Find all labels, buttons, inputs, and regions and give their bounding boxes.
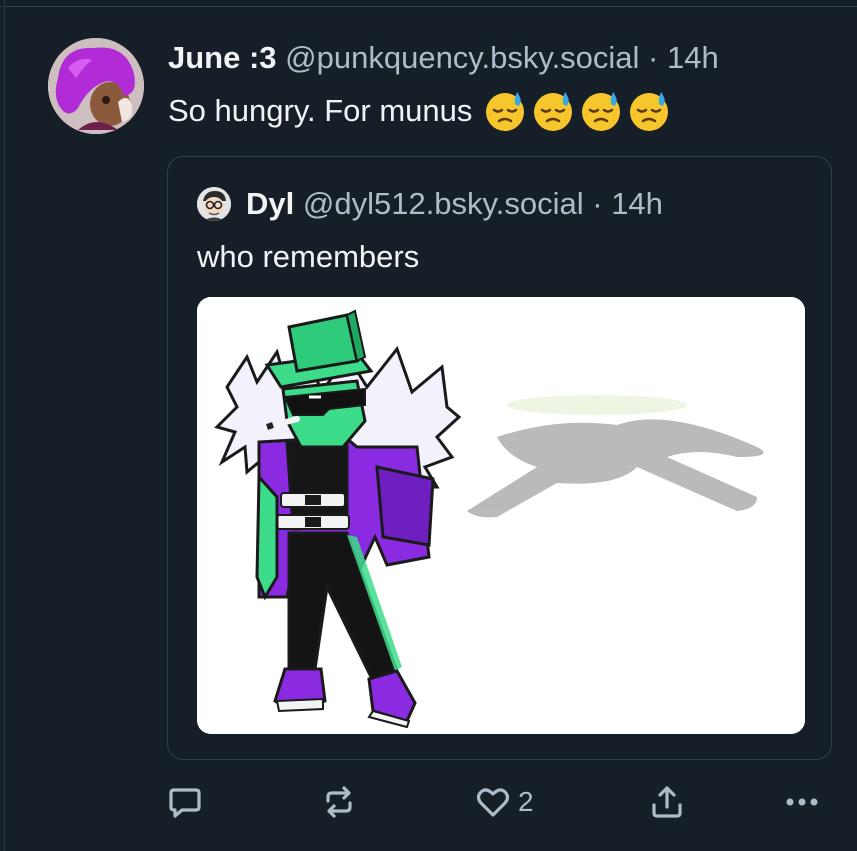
- more-options-button[interactable]: [782, 778, 822, 826]
- post-actions: 2: [0, 778, 857, 826]
- author-handle[interactable]: @punkquency.bsky.social: [285, 40, 639, 75]
- quote-author-handle[interactable]: @dyl512.bsky.social: [303, 186, 584, 221]
- author-avatar-image: [48, 38, 144, 134]
- quote-time-separator: ·: [583, 186, 612, 221]
- reply-button[interactable]: [166, 778, 204, 826]
- top-divider: [0, 6, 857, 7]
- repost-icon: [326, 786, 352, 818]
- post-time[interactable]: 14h: [667, 40, 719, 75]
- downcast-face-with-sweat-icon: [582, 92, 621, 131]
- comment-icon: [169, 788, 201, 818]
- like-button[interactable]: 2: [474, 778, 534, 826]
- quote-image[interactable]: [197, 297, 805, 734]
- time-separator: ·: [639, 40, 667, 75]
- share-icon: [652, 786, 682, 818]
- like-count: 2: [518, 786, 534, 817]
- quote-author-name[interactable]: Dyl: [246, 186, 294, 221]
- post-text-content: So hungry. For munus: [168, 93, 473, 128]
- author-name[interactable]: June :3: [168, 40, 277, 75]
- heart-icon: [476, 788, 510, 817]
- more-dots-icon: [786, 798, 818, 806]
- post-text: So hungry. For munus: [168, 90, 676, 132]
- downcast-face-with-sweat-icon: [486, 92, 525, 131]
- quote-avatar-image: [197, 187, 231, 221]
- quote-text: who remembers: [197, 239, 420, 274]
- quote-author-avatar[interactable]: [197, 187, 231, 221]
- quote-post-card[interactable]: Dyl @dyl512.bsky.social · 14h who rememb…: [167, 156, 832, 760]
- emoji-row: [484, 90, 676, 132]
- quote-header: Dyl @dyl512.bsky.social · 14h: [246, 184, 663, 224]
- downcast-face-with-sweat-icon: [534, 92, 573, 131]
- author-avatar[interactable]: [48, 38, 144, 134]
- downcast-face-with-sweat-icon: [630, 92, 669, 131]
- left-edge-divider: [4, 0, 5, 851]
- quote-time[interactable]: 14h: [611, 186, 663, 221]
- post-header: June :3 @punkquency.bsky.social · 14h: [168, 38, 719, 78]
- character-artwork: [197, 297, 805, 734]
- share-button[interactable]: [648, 778, 686, 826]
- repost-button[interactable]: [320, 778, 358, 826]
